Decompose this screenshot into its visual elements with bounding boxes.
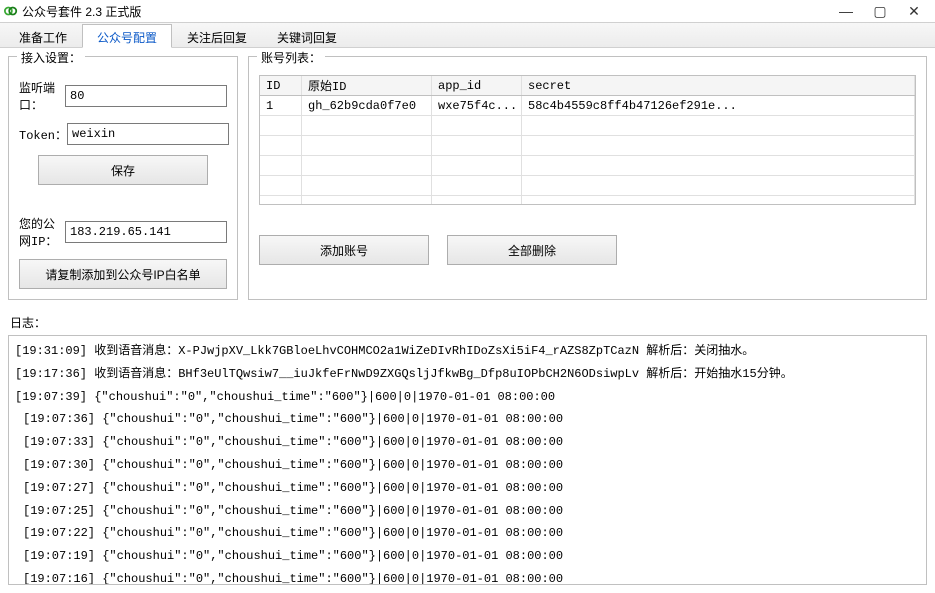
ip-input[interactable] xyxy=(65,221,227,243)
col-origid: 原始ID xyxy=(302,76,432,95)
table-row xyxy=(260,116,915,136)
token-row: Token： xyxy=(19,123,227,145)
log-box[interactable]: [19:31:09] 收到语音消息：X-PJwjpXV_Lkk7GBloeLhv… xyxy=(8,335,927,585)
cell-appid: wxe75f4c... xyxy=(432,96,522,115)
tab-follow-reply[interactable]: 关注后回复 xyxy=(172,24,262,48)
log-line: [19:07:22] {"choushui":"0","choushui_tim… xyxy=(15,522,920,545)
ip-label: 您的公网IP： xyxy=(19,215,65,249)
titlebar: 公众号套件 2.3 正式版 — ▢ ✕ xyxy=(0,0,935,22)
table-row[interactable]: 1 gh_62b9cda0f7e0 wxe75f4c... 58c4b4559c… xyxy=(260,96,915,116)
ip-row: 您的公网IP： xyxy=(19,215,227,249)
port-row: 监听端口： xyxy=(19,79,227,113)
window-title: 公众号套件 2.3 正式版 xyxy=(22,3,141,20)
minimize-button[interactable]: — xyxy=(829,1,863,21)
log-line: [19:07:16] {"choushui":"0","choushui_tim… xyxy=(15,568,920,585)
whitelist-button[interactable]: 请复制添加到公众号IP白名单 xyxy=(19,259,227,289)
save-button[interactable]: 保存 xyxy=(38,155,208,185)
access-groupbox: 接入设置： 监听端口： Token： 保存 您的公网IP： 请复制添加到公众号I… xyxy=(8,56,238,300)
table-header: ID 原始ID app_id secret xyxy=(260,76,915,96)
col-appid: app_id xyxy=(432,76,522,95)
log-line: [19:17:36] 收到语音消息：BHf3eUlTQwsiw7__iuJkfe… xyxy=(15,363,920,386)
cell-id: 1 xyxy=(260,96,302,115)
maximize-button[interactable]: ▢ xyxy=(863,1,897,21)
log-line: [19:07:27] {"choushui":"0","choushui_tim… xyxy=(15,477,920,500)
accounts-legend: 账号列表： xyxy=(257,49,325,66)
log-line: [19:07:36] {"choushui":"0","choushui_tim… xyxy=(15,408,920,431)
tab-config[interactable]: 公众号配置 xyxy=(82,24,172,48)
log-line: [19:07:33] {"choushui":"0","choushui_tim… xyxy=(15,431,920,454)
cell-secret: 58c4b4559c8ff4b47126ef291e... xyxy=(522,96,915,115)
log-label: 日志： xyxy=(10,314,927,331)
table-row xyxy=(260,176,915,196)
table-row xyxy=(260,196,915,205)
delete-all-button[interactable]: 全部删除 xyxy=(447,235,617,265)
log-line: [19:07:39] {"choushui":"0","choushui_tim… xyxy=(15,386,920,409)
port-input[interactable] xyxy=(65,85,227,107)
app-icon xyxy=(4,4,18,18)
table-row xyxy=(260,156,915,176)
table-row xyxy=(260,136,915,156)
log-line: [19:07:30] {"choushui":"0","choushui_tim… xyxy=(15,454,920,477)
col-secret: secret xyxy=(522,76,915,95)
main-content: 接入设置： 监听端口： Token： 保存 您的公网IP： 请复制添加到公众号I… xyxy=(0,48,935,308)
cell-origid: gh_62b9cda0f7e0 xyxy=(302,96,432,115)
tab-strip: 准备工作 公众号配置 关注后回复 关键词回复 xyxy=(0,22,935,48)
col-id: ID xyxy=(260,76,302,95)
port-label: 监听端口： xyxy=(19,79,65,113)
token-input[interactable] xyxy=(67,123,229,145)
accounts-groupbox: 账号列表： ID 原始ID app_id secret 1 gh_62b9cda… xyxy=(248,56,927,300)
access-legend: 接入设置： xyxy=(17,49,85,66)
token-label: Token： xyxy=(19,126,67,143)
window-controls: — ▢ ✕ xyxy=(829,1,931,21)
log-section: 日志： [19:31:09] 收到语音消息：X-PJwjpXV_Lkk7GBlo… xyxy=(0,314,935,593)
tab-keyword-reply[interactable]: 关键词回复 xyxy=(262,24,352,48)
tab-prepare[interactable]: 准备工作 xyxy=(4,24,82,48)
accounts-table[interactable]: ID 原始ID app_id secret 1 gh_62b9cda0f7e0 … xyxy=(259,75,916,205)
add-account-button[interactable]: 添加账号 xyxy=(259,235,429,265)
log-line: [19:07:19] {"choushui":"0","choushui_tim… xyxy=(15,545,920,568)
close-button[interactable]: ✕ xyxy=(897,1,931,21)
log-line: [19:07:25] {"choushui":"0","choushui_tim… xyxy=(15,500,920,523)
log-line: [19:31:09] 收到语音消息：X-PJwjpXV_Lkk7GBloeLhv… xyxy=(15,340,920,363)
account-buttons: 添加账号 全部删除 xyxy=(259,235,916,265)
